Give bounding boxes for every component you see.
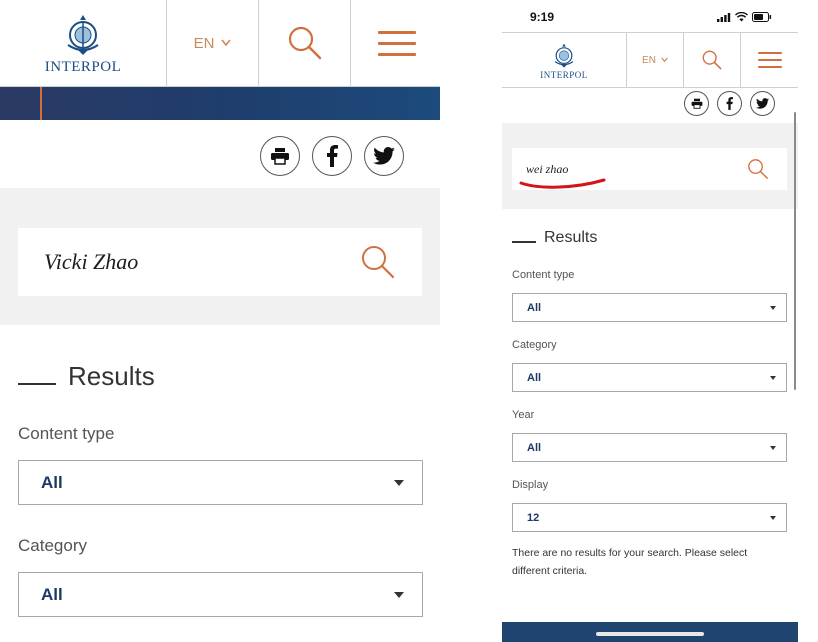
content-type-select[interactable]: All <box>18 460 423 505</box>
results-heading: Results <box>18 361 155 392</box>
logo-text: INTERPOL <box>44 58 122 75</box>
category-label: Category <box>18 536 87 555</box>
search-icon <box>702 50 722 70</box>
language-selector[interactable]: EN <box>626 33 683 87</box>
print-icon <box>691 98 702 109</box>
heading-dash <box>18 382 56 385</box>
twitter-icon <box>756 98 769 109</box>
interpol-emblem-icon <box>67 14 99 55</box>
status-time: 9:19 <box>530 10 555 24</box>
twitter-button[interactable] <box>364 136 404 176</box>
hamburger-icon <box>757 52 782 68</box>
dropdown-arrow-icon <box>770 445 776 450</box>
nav-band <box>0 87 440 120</box>
search-section: Vicki Zhao <box>0 188 440 325</box>
search-toggle-button[interactable] <box>258 0 350 86</box>
facebook-button[interactable] <box>717 91 742 116</box>
dropdown-arrow-icon <box>770 375 776 380</box>
interpol-emblem-icon <box>554 43 574 68</box>
interpol-logo[interactable]: INTERPOL <box>0 0 166 86</box>
interpol-logo[interactable]: INTERPOL <box>502 33 626 87</box>
status-icons <box>717 12 772 22</box>
share-buttons <box>260 136 404 176</box>
facebook-button[interactable] <box>312 136 352 176</box>
print-icon <box>271 148 289 165</box>
wifi-icon <box>735 12 748 22</box>
language-label: EN <box>193 34 215 52</box>
heading-dash <box>512 241 536 243</box>
display-label: Display <box>512 479 549 491</box>
search-section: wei zhao <box>502 123 798 209</box>
facebook-icon <box>726 97 733 110</box>
search-toggle-button[interactable] <box>683 33 740 87</box>
dropdown-arrow-icon <box>770 515 776 520</box>
search-query: wei zhao <box>526 161 569 176</box>
results-title: Results <box>68 361 155 391</box>
display-select[interactable]: 12 <box>512 503 787 532</box>
footer-band <box>502 622 798 642</box>
red-underline-annotation <box>519 178 606 189</box>
category-value: All <box>41 584 63 604</box>
category-select[interactable]: All <box>18 572 423 617</box>
search-icon[interactable] <box>747 158 769 180</box>
content-type-value: All <box>41 472 63 492</box>
search-input[interactable]: Vicki Zhao <box>18 228 422 296</box>
left-panel: INTERPOL EN Vicki Zhao Results Content t… <box>0 0 440 642</box>
menu-button[interactable] <box>740 33 798 87</box>
chevron-down-icon <box>221 39 232 47</box>
language-label: EN <box>642 54 656 66</box>
dropdown-arrow-icon <box>394 591 404 598</box>
logo-text: INTERPOL <box>540 69 588 80</box>
year-select[interactable]: All <box>512 433 787 462</box>
facebook-icon <box>327 145 338 167</box>
home-indicator[interactable] <box>596 632 704 636</box>
year-value: All <box>527 441 542 454</box>
results-heading: Results <box>512 229 597 247</box>
search-icon[interactable] <box>360 244 396 280</box>
content-type-label: Content type <box>512 269 575 281</box>
dropdown-arrow-icon <box>770 305 776 310</box>
scrollbar[interactable] <box>794 112 796 390</box>
year-label: Year <box>512 409 535 421</box>
category-select[interactable]: All <box>512 363 787 392</box>
hamburger-icon <box>377 30 416 56</box>
no-results-message: There are no results for your search. Pl… <box>512 547 748 577</box>
site-header: INTERPOL EN <box>0 0 440 87</box>
content-type-select[interactable]: All <box>512 293 787 322</box>
dropdown-arrow-icon <box>394 479 404 486</box>
category-label: Category <box>512 339 557 351</box>
category-value: All <box>527 371 542 384</box>
right-panel: 9:19 INTERPOL EN wei zhao Results Conten… <box>502 0 798 642</box>
status-bar: 9:19 <box>502 0 798 34</box>
results-title: Results <box>544 229 598 246</box>
share-buttons <box>684 91 775 116</box>
search-query: Vicki Zhao <box>44 249 139 274</box>
display-value: 12 <box>527 511 540 524</box>
signal-icon <box>717 12 731 22</box>
print-button[interactable] <box>260 136 300 176</box>
language-selector[interactable]: EN <box>166 0 258 86</box>
twitter-icon <box>373 147 395 165</box>
battery-icon <box>752 12 772 22</box>
content-type-label: Content type <box>18 424 115 443</box>
search-icon <box>288 26 321 60</box>
menu-button[interactable] <box>350 0 440 86</box>
site-header: INTERPOL EN <box>502 32 798 88</box>
chevron-down-icon <box>661 57 668 63</box>
print-button[interactable] <box>684 91 709 116</box>
content-type-value: All <box>527 301 542 314</box>
twitter-button[interactable] <box>750 91 775 116</box>
nav-accent-line <box>40 87 42 120</box>
